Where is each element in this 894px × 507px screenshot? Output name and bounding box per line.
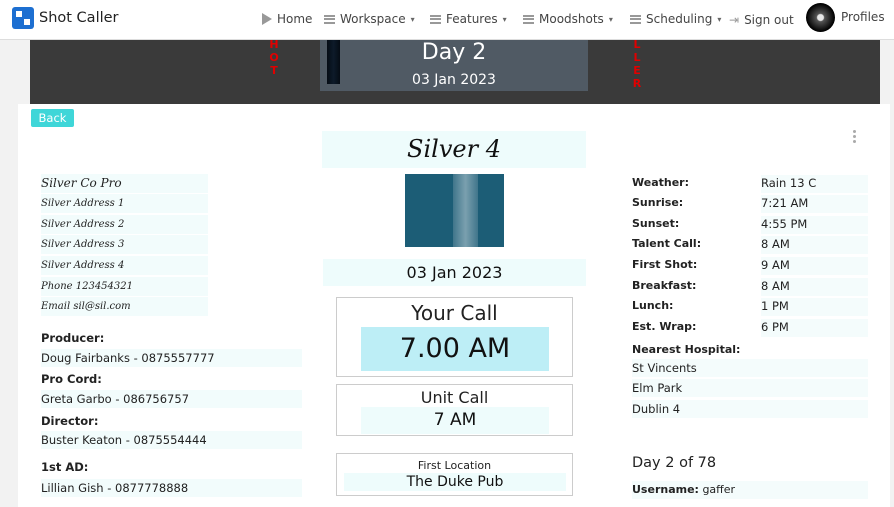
address-line-3: Silver Address 3 <box>41 235 208 254</box>
caret-down-icon: ▾ <box>410 14 415 24</box>
sign-out-icon: ⇥ <box>729 13 740 27</box>
crew-member: Lillian Gish - 0877778888 <box>41 479 302 497</box>
unit-call-time: 7 AM <box>361 407 549 434</box>
your-call-box: Your Call 7.00 AM <box>336 297 573 377</box>
menu-icon <box>523 14 534 24</box>
address-line-4: Silver Address 4 <box>41 256 208 275</box>
banner-letter: T <box>270 64 278 77</box>
production-image <box>405 174 504 247</box>
crew-member: Greta Garbo - 086756757 <box>41 390 302 408</box>
first-location-box: First Location The Duke Pub <box>336 453 573 496</box>
nav-signout[interactable]: ⇥ Sign out <box>729 13 794 27</box>
hospital-line: Elm Park <box>632 379 868 397</box>
play-icon <box>262 13 272 25</box>
weather-label: Weather: <box>632 176 689 189</box>
nav-scheduling-label: Scheduling <box>646 12 713 26</box>
menu-icon <box>324 14 335 24</box>
weather-value: Rain 13 C <box>761 175 868 193</box>
banner-letter: O <box>269 51 279 64</box>
sunrise-value: 7:21 AM <box>761 195 868 213</box>
your-call-label: Your Call <box>411 301 498 325</box>
nav-moodshots-label: Moodshots <box>539 12 604 26</box>
username-label: Username: <box>632 483 699 496</box>
hospital-line: Dublin 4 <box>632 400 868 418</box>
app-title: Shot Caller <box>39 10 119 26</box>
hospital-line: St Vincents <box>632 359 868 377</box>
nav-signout-label: Sign out <box>744 13 794 27</box>
banner-letter: L <box>633 51 641 64</box>
your-call-time: 7.00 AM <box>361 327 549 371</box>
back-button[interactable]: Back <box>31 109 74 127</box>
nav-features[interactable]: Features ▾ <box>430 12 507 26</box>
crew-member: Doug Fairbanks - 0875557777 <box>41 349 302 367</box>
unit-call-box: Unit Call 7 AM <box>336 384 573 436</box>
unit-call-label: Unit Call <box>420 388 489 407</box>
nav-home-label: Home <box>277 12 313 26</box>
call-date: 03 Jan 2023 <box>323 259 586 286</box>
banner-left-letters: H O T <box>269 38 279 77</box>
breakfast-label: Breakfast: <box>632 279 697 292</box>
nav-features-label: Features <box>446 12 498 26</box>
nav-workspace-label: Workspace <box>340 12 406 26</box>
first-shot-label: First Shot: <box>632 258 698 271</box>
username-row: Username: gaffer <box>632 481 868 499</box>
sunset-value: 4:55 PM <box>761 216 868 234</box>
crew-role-label: Pro Cord: <box>41 372 102 386</box>
talent-call-label: Talent Call: <box>632 237 702 250</box>
nav-home[interactable]: Home <box>262 12 312 26</box>
phone-field: Phone 123454321 <box>41 277 208 296</box>
nav-workspace[interactable]: Workspace ▾ <box>324 12 415 26</box>
sunset-label: Sunset: <box>632 217 680 230</box>
nav-profiles[interactable]: Profiles <box>841 10 885 24</box>
company-name-field: Silver Co Pro <box>41 174 208 193</box>
banner-letter: H <box>269 38 279 51</box>
banner-center: Day 2 03 Jan 2023 <box>320 40 588 91</box>
first-location-value: The Duke Pub <box>344 473 566 491</box>
hospital-label: Nearest Hospital: <box>632 343 741 356</box>
first-shot-value: 9 AM <box>761 257 868 275</box>
caret-down-icon: ▾ <box>502 14 507 24</box>
crew-role-label: Director: <box>41 414 99 428</box>
brand-link[interactable]: Shot Caller <box>12 7 119 29</box>
first-location-label: First Location <box>417 459 492 472</box>
banner-letter: R <box>632 77 642 90</box>
lunch-label: Lunch: <box>632 299 674 312</box>
crew-role-label: Producer: <box>41 331 105 345</box>
more-options-icon[interactable] <box>853 130 857 145</box>
email-field: Email sil@sil.com <box>41 297 208 316</box>
crew-role-label: 1st AD: <box>41 460 89 474</box>
top-navbar: Shot Caller Home Workspace ▾ Features ▾ … <box>0 0 894 40</box>
banner-date: 03 Jan 2023 <box>412 72 496 88</box>
nav-scheduling[interactable]: Scheduling ▾ <box>630 12 721 26</box>
caret-down-icon: ▾ <box>608 14 613 24</box>
crew-member: Buster Keaton - 0875554444 <box>41 431 302 449</box>
banner-right-letters: L L E R <box>632 38 642 90</box>
shot-caller-logo-icon <box>12 7 34 29</box>
banner-letter: L <box>633 38 641 51</box>
username-value: gaffer <box>702 483 736 496</box>
menu-icon <box>430 14 441 24</box>
breakfast-value: 8 AM <box>761 278 868 296</box>
est-wrap-value: 6 PM <box>761 319 868 337</box>
banner-day: Day 2 <box>421 40 487 65</box>
address-line-2: Silver Address 2 <box>41 215 208 234</box>
nav-moodshots[interactable]: Moodshots ▾ <box>523 12 613 26</box>
avatar[interactable] <box>806 3 835 32</box>
day-count: Day 2 of 78 <box>632 455 717 471</box>
menu-icon <box>630 14 641 24</box>
sunrise-label: Sunrise: <box>632 196 684 209</box>
lunch-value: 1 PM <box>761 298 868 316</box>
caret-down-icon: ▾ <box>717 14 722 24</box>
production-title: Silver 4 <box>322 131 586 168</box>
day-banner: H O T Day 2 03 Jan 2023 L L E R <box>30 38 880 104</box>
banner-letter: E <box>633 64 641 77</box>
est-wrap-label: Est. Wrap: <box>632 320 697 333</box>
address-line-1: Silver Address 1 <box>41 194 208 213</box>
talent-call-value: 8 AM <box>761 236 868 254</box>
